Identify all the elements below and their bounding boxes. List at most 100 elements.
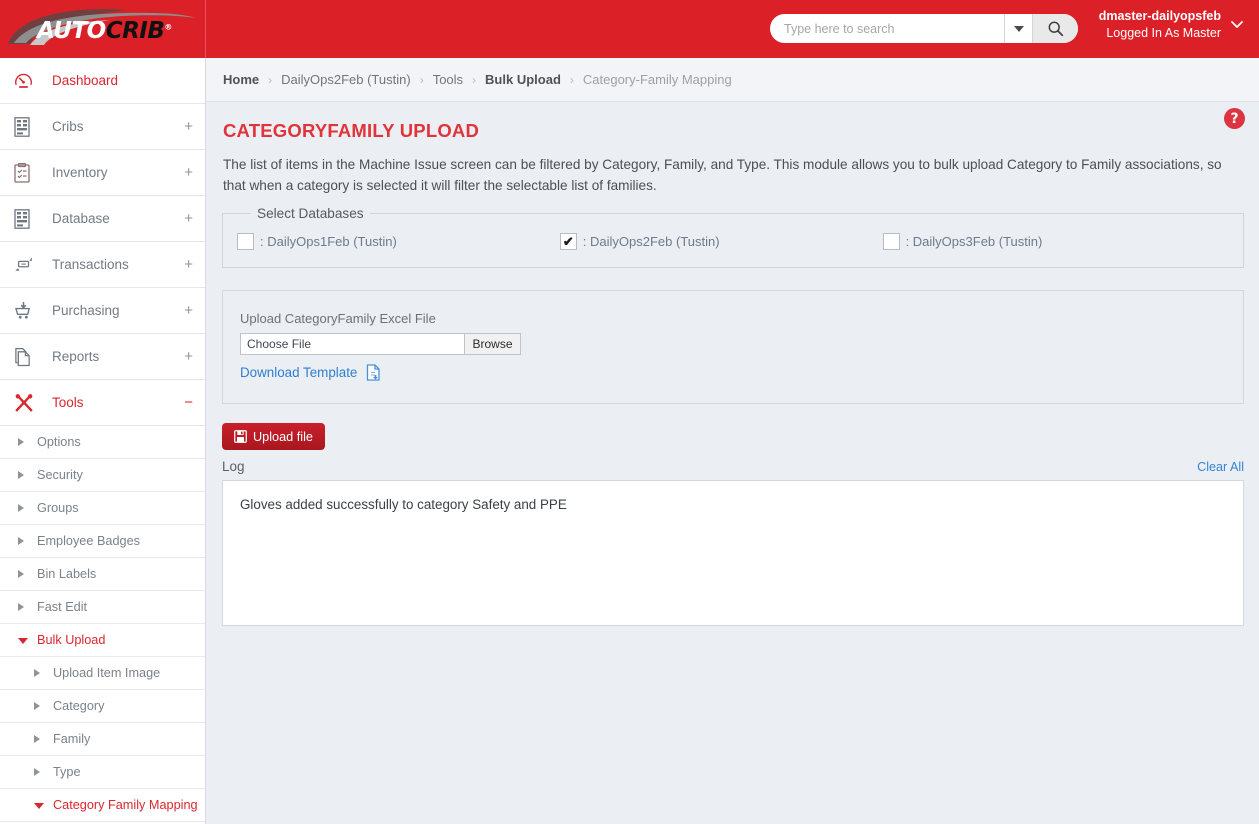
speedometer-icon: [14, 71, 44, 90]
shopping-cart-icon: [14, 301, 44, 320]
file-download-icon[interactable]: [366, 364, 381, 381]
database-checkbox[interactable]: [237, 233, 254, 250]
clear-all-link[interactable]: Clear All: [1197, 460, 1244, 474]
caret-down-icon: [18, 638, 28, 644]
database-option[interactable]: ✔: DailyOps2Feb (Tustin): [559, 233, 720, 250]
database-option[interactable]: : DailyOps1Feb (Tustin): [237, 233, 397, 250]
sidebar-item-label: Database: [52, 211, 110, 226]
sidebar-item-inventory[interactable]: Inventory +: [0, 150, 205, 196]
database-checkbox[interactable]: [882, 233, 900, 250]
sidebar-subitem-family[interactable]: Family: [0, 723, 205, 756]
caret-right-icon: [18, 570, 24, 578]
logo-registered-mark: ®: [164, 22, 172, 32]
crib-machine-icon: [14, 116, 44, 137]
sidebar-item-label: Purchasing: [52, 303, 120, 318]
top-header-bar: AUTOCRIB® dmaster-dailyopsfeb Logged In …: [0, 0, 1259, 58]
page-header: ? CATEGORYFAMILY UPLOAD The list of item…: [206, 102, 1259, 196]
sidebar-item-purchasing[interactable]: Purchasing +: [0, 288, 205, 334]
exchange-arrows-icon: [14, 256, 44, 274]
sidebar-item-transactions[interactable]: Transactions +: [0, 242, 205, 288]
caret-right-icon: [34, 669, 40, 677]
sidebar-subitem-bulk-upload[interactable]: Bulk Upload: [0, 624, 205, 657]
upload-file-button-label: Upload file: [253, 429, 313, 444]
breadcrumb-item-bulk-upload[interactable]: Bulk Upload: [485, 72, 561, 87]
breadcrumb-separator: ›: [419, 72, 424, 87]
caret-right-icon: [18, 603, 24, 611]
breadcrumb-separator: ›: [268, 72, 273, 87]
database-option[interactable]: : DailyOps3Feb (Tustin): [882, 233, 1043, 250]
database-label: : DailyOps3Feb (Tustin): [905, 234, 1043, 249]
sidebar-subitem-label: Category: [53, 699, 105, 713]
tools-subnav-list: Options Security Groups Employee Badges Bin …: [0, 426, 205, 822]
file-name-field[interactable]: Choose File: [240, 333, 465, 355]
sidebar-subitem-groups[interactable]: Groups: [0, 492, 205, 525]
primary-nav-list: Dashboard Cribs + Inventory + Database + Transa…: [0, 58, 205, 426]
sidebar-subitem-category[interactable]: Category: [0, 690, 205, 723]
chevron-down-icon: [1013, 25, 1024, 32]
breadcrumb-item-category-family-mapping: Category-Family Mapping: [582, 72, 732, 87]
logo-wordmark: AUTOCRIB®: [37, 18, 172, 44]
sidebar-item-label: Reports: [52, 349, 100, 364]
main-sidebar: Dashboard Cribs + Inventory + Database + Transa…: [0, 58, 206, 824]
sidebar-item-dashboard[interactable]: Dashboard: [0, 58, 205, 104]
user-menu[interactable]: dmaster-dailyopsfeb Logged In As Master: [1099, 8, 1245, 42]
sidebar-subitem-category-family-mapping[interactable]: Category Family Mapping: [0, 789, 205, 822]
search-button[interactable]: [1032, 14, 1078, 43]
sidebar-subitem-type[interactable]: Type: [0, 756, 205, 789]
sidebar-subitem-label: Bin Labels: [37, 567, 97, 581]
sidebar-expander-icon[interactable]: +: [184, 211, 193, 226]
caret-right-icon: [18, 504, 24, 512]
sidebar-item-label: Transactions: [52, 257, 129, 272]
database-options-row: : DailyOps1Feb (Tustin) ✔: DailyOps2Feb (…: [237, 229, 1229, 250]
logo-auto-text: AUTO: [37, 18, 106, 44]
sidebar-item-cribs[interactable]: Cribs +: [0, 104, 205, 150]
sidebar-expander-icon[interactable]: +: [184, 303, 193, 318]
sidebar-subitem-label: Bulk Upload: [37, 633, 106, 647]
sidebar-subitem-label: Groups: [37, 501, 79, 515]
search-input[interactable]: [770, 15, 1004, 42]
sidebar-expander-icon[interactable]: +: [184, 119, 193, 134]
sidebar-expander-icon[interactable]: −: [184, 395, 193, 410]
browse-button[interactable]: Browse: [465, 333, 521, 355]
sidebar-subitem-security[interactable]: Security: [0, 459, 205, 492]
database-label: : DailyOps1Feb (Tustin): [260, 234, 397, 249]
sidebar-subitem-label: Upload Item Image: [53, 666, 161, 680]
download-template-link[interactable]: Download Template: [240, 365, 357, 380]
log-line: Gloves added successfully to category Sa…: [240, 497, 567, 512]
clipboard-icon: [14, 162, 44, 183]
download-template-row[interactable]: Download Template: [240, 364, 1226, 381]
breadcrumb-separator: ›: [569, 72, 574, 87]
main-content: Home › DailyOps2Feb (Tustin) › Tools › Bulk Up…: [206, 58, 1259, 824]
sidebar-expander-icon[interactable]: +: [184, 165, 193, 180]
chevron-down-icon[interactable]: [1229, 16, 1245, 32]
database-machine-icon: [14, 208, 44, 229]
sidebar-item-reports[interactable]: Reports +: [0, 334, 205, 380]
file-picker[interactable]: Choose File Browse: [240, 333, 521, 355]
sidebar-subitem-options[interactable]: Options: [0, 426, 205, 459]
sidebar-subitem-upload-item-image[interactable]: Upload Item Image: [0, 657, 205, 690]
global-search[interactable]: [770, 14, 1078, 43]
sidebar-item-label: Inventory: [52, 165, 108, 180]
upload-file-button[interactable]: Upload file: [222, 423, 325, 450]
sidebar-item-label: Dashboard: [52, 73, 119, 88]
question-mark-help-icon[interactable]: ?: [1224, 108, 1245, 129]
sidebar-item-database[interactable]: Database +: [0, 196, 205, 242]
breadcrumb-separator: ›: [472, 72, 477, 87]
sidebar-subitem-bin-labels[interactable]: Bin Labels: [0, 558, 205, 591]
save-floppy-icon: [234, 430, 247, 443]
log-header: Log Clear All: [222, 459, 1244, 480]
breadcrumb-item-home[interactable]: Home: [223, 72, 259, 87]
database-checkbox[interactable]: ✔: [559, 233, 577, 250]
documents-icon: [14, 347, 44, 367]
sidebar-subitem-employee-badges[interactable]: Employee Badges: [0, 525, 205, 558]
sidebar-subitem-label: Employee Badges: [37, 534, 140, 548]
sidebar-expander-icon[interactable]: +: [184, 257, 193, 272]
app-logo[interactable]: AUTOCRIB®: [0, 0, 206, 58]
breadcrumb-item-tools[interactable]: Tools: [433, 72, 463, 87]
search-dropdown-toggle[interactable]: [1004, 14, 1032, 43]
sidebar-expander-icon[interactable]: +: [184, 349, 193, 364]
sidebar-subitem-label: Family: [53, 732, 91, 746]
sidebar-subitem-fast-edit[interactable]: Fast Edit: [0, 591, 205, 624]
breadcrumb-item-dailyops2feb-tustin[interactable]: DailyOps2Feb (Tustin): [281, 72, 411, 87]
sidebar-item-tools[interactable]: Tools −: [0, 380, 205, 426]
